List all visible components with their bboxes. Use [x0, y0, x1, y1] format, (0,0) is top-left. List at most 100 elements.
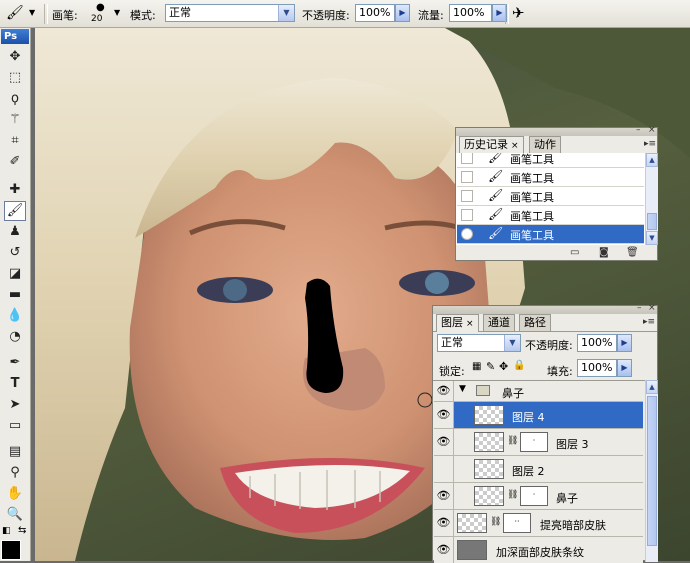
minimize-icon[interactable]: –	[637, 303, 642, 313]
visibility-eye-icon[interactable]: 👁	[434, 381, 454, 401]
history-source-checkbox[interactable]	[461, 209, 473, 221]
gradient-tool-icon[interactable]: ▬	[4, 285, 26, 305]
layer-mask-thumbnail[interactable]: ··	[503, 513, 531, 533]
type-tool-icon[interactable]: T	[4, 374, 26, 394]
layer-row[interactable]: 👁 图层 4	[434, 402, 643, 429]
hand-tool-icon[interactable]: ✋	[4, 484, 26, 504]
eraser-tool-icon[interactable]: ◪	[4, 264, 26, 284]
history-brush-tool-icon[interactable]: ↺	[4, 243, 26, 263]
history-item-label: 画笔工具	[510, 210, 554, 223]
marquee-tool-icon[interactable]: ⬚	[4, 68, 26, 88]
layer-row[interactable]: 👁 ⛓ ·· 提亮暗部皮肤	[434, 510, 643, 537]
minimize-icon[interactable]: –	[636, 125, 641, 135]
expand-triangle-icon[interactable]: ▼	[459, 384, 466, 394]
tab-history[interactable]: 历史记录 ×	[459, 136, 524, 154]
lock-transparency-icon[interactable]: ▦	[472, 361, 481, 372]
list-item[interactable]: 🖌 画笔工具	[457, 153, 644, 168]
opacity-slider-button[interactable]: ▶	[395, 4, 410, 22]
crop-tool-icon[interactable]: ⌗	[4, 131, 26, 151]
opacity-input[interactable]: 100%	[355, 4, 395, 22]
visibility-eye-icon[interactable]: 👁	[434, 483, 454, 509]
layers-tabs: 图层 × 通道 路径 ▸≡	[433, 314, 657, 332]
notes-tool-icon[interactable]: ▤	[4, 442, 26, 462]
shape-tool-icon[interactable]: ▭	[4, 416, 26, 436]
foreground-color-swatch[interactable]	[1, 540, 21, 560]
trash-icon[interactable]: 🗑	[626, 247, 639, 258]
new-snapshot-icon[interactable]: ◙	[599, 247, 609, 258]
clone-stamp-tool-icon[interactable]: ♟	[4, 222, 26, 242]
mode-select[interactable]: 正常 ▼	[165, 4, 295, 22]
chevron-down-icon[interactable]: ▼	[504, 335, 520, 351]
magic-wand-tool-icon[interactable]: ⚚	[4, 110, 26, 130]
fill-slider-button[interactable]: ▶	[617, 359, 632, 377]
eyedropper-tool-icon[interactable]: ⚲	[4, 463, 26, 483]
layer-mask-thumbnail[interactable]: ·	[520, 486, 548, 506]
tab-layers[interactable]: 图层 ×	[436, 314, 479, 332]
history-source-checkbox[interactable]	[461, 190, 473, 202]
scroll-thumb[interactable]	[647, 213, 657, 230]
scroll-up-icon[interactable]: ▲	[646, 380, 658, 394]
layer-opacity-slider-button[interactable]: ▶	[617, 334, 632, 352]
close-icon[interactable]: ×	[511, 141, 519, 151]
blend-mode-select[interactable]: 正常 ▼	[437, 334, 521, 352]
scroll-up-icon[interactable]: ▲	[646, 153, 658, 167]
panel-menu-icon[interactable]: ▸≡	[643, 317, 655, 327]
pen-tool-icon[interactable]: ✒	[4, 353, 26, 373]
layer-row[interactable]: 👁 ⛓ · 图层 3	[434, 429, 643, 456]
visibility-eye-icon[interactable]: 👁	[434, 537, 454, 563]
blur-tool-icon[interactable]: 💧	[4, 306, 26, 326]
visibility-eye-icon[interactable]: 👁	[434, 402, 454, 428]
healing-brush-tool-icon[interactable]: ✚	[4, 180, 26, 200]
history-source-checkbox[interactable]	[461, 171, 473, 183]
opacity-value: 100%	[359, 6, 391, 19]
layer-group-row[interactable]: 👁 ▼ 鼻子	[434, 381, 643, 402]
layers-scrollbar[interactable]: ▲	[645, 380, 658, 562]
history-source-checkbox[interactable]	[461, 153, 473, 164]
brush-preset-dropdown-icon[interactable]: ▼	[114, 8, 120, 17]
path-selection-tool-icon[interactable]: ➤	[4, 395, 26, 415]
tab-paths[interactable]: 路径	[519, 314, 551, 331]
layer-opacity-input[interactable]: 100%	[577, 334, 617, 352]
brush-tool-icon[interactable]: 🖌	[6, 5, 24, 21]
layer-row[interactable]: 图层 2	[434, 456, 643, 483]
history-source-checkbox[interactable]	[461, 228, 473, 240]
move-tool-icon[interactable]: ✥	[4, 47, 26, 67]
scroll-down-icon[interactable]: ▼	[646, 231, 658, 245]
list-item[interactable]: 🖌 画笔工具	[457, 206, 644, 225]
close-icon[interactable]: ×	[648, 125, 656, 135]
lock-pixels-icon[interactable]: ✎	[486, 360, 495, 373]
list-item[interactable]: 🖌 画笔工具	[457, 187, 644, 206]
brush-preset-picker[interactable]: ● 20	[86, 2, 114, 25]
lock-all-icon[interactable]: 🔒	[513, 360, 525, 371]
list-item[interactable]: 🖌 画笔工具	[457, 225, 644, 244]
tool-preset-dropdown-icon[interactable]: ▼	[29, 8, 35, 17]
visibility-eye-icon[interactable]: 👁	[434, 429, 454, 455]
brush-tool-icon[interactable]: 🖌	[4, 201, 26, 221]
zoom-tool-icon[interactable]: 🔍	[4, 505, 26, 525]
fill-input[interactable]: 100%	[577, 359, 617, 377]
swap-colors-icon[interactable]: ⇆	[18, 525, 26, 536]
layer-row[interactable]: 👁 ⛓ · 鼻子	[434, 483, 643, 510]
list-item[interactable]: 🖌 画笔工具	[457, 168, 644, 187]
flow-input[interactable]: 100%	[449, 4, 492, 22]
new-document-icon[interactable]: ▭	[570, 247, 579, 258]
lock-position-icon[interactable]: ✥	[499, 360, 508, 373]
layer-row[interactable]: 👁 加深面部皮肤条纹	[434, 537, 643, 563]
close-icon[interactable]: ×	[466, 319, 474, 329]
chevron-down-icon[interactable]: ▼	[278, 5, 294, 21]
layer-mask-thumbnail[interactable]: ·	[520, 432, 548, 452]
slice-tool-icon[interactable]: ✐	[4, 152, 26, 172]
tab-channels[interactable]: 通道	[483, 314, 515, 331]
default-colors-icon[interactable]: ◧	[2, 526, 11, 536]
lasso-tool-icon[interactable]: ϙ	[4, 89, 26, 109]
history-scrollbar[interactable]: ▲ ▼	[645, 153, 658, 245]
scroll-thumb[interactable]	[647, 396, 657, 546]
panel-menu-icon[interactable]: ▸≡	[644, 139, 656, 149]
visibility-eye-icon[interactable]: 👁	[434, 510, 454, 536]
airbrush-icon[interactable]: ✈	[512, 4, 525, 22]
dodge-tool-icon[interactable]: ◔	[4, 327, 26, 347]
close-icon[interactable]: ×	[648, 303, 656, 313]
panel-titlebar[interactable]: – ×	[456, 125, 657, 136]
panel-titlebar[interactable]: – ×	[433, 303, 657, 314]
tab-actions[interactable]: 动作	[529, 136, 561, 153]
